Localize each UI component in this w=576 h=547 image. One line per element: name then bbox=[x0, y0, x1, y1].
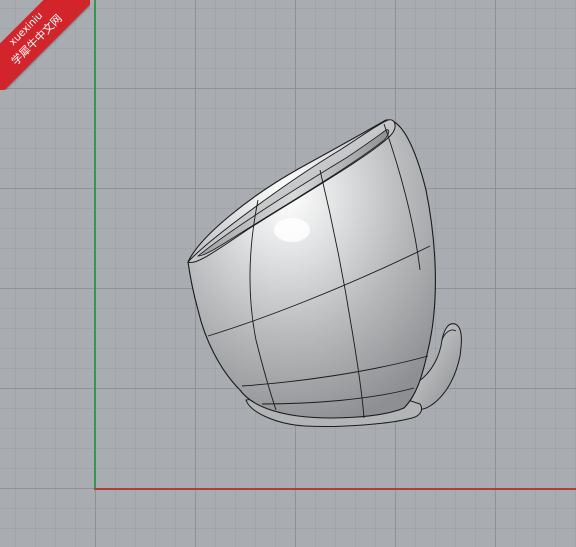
site-watermark: xuexiniu 学犀牛中文网 bbox=[0, 0, 90, 90]
watermark-site: xuexiniu bbox=[7, 10, 46, 49]
watermark-ribbon: xuexiniu 学犀牛中文网 bbox=[0, 0, 90, 90]
pot-body bbox=[187, 119, 436, 419]
perspective-viewport[interactable]: xuexiniu 学犀牛中文网 bbox=[0, 0, 576, 547]
specular-highlight bbox=[274, 218, 310, 242]
